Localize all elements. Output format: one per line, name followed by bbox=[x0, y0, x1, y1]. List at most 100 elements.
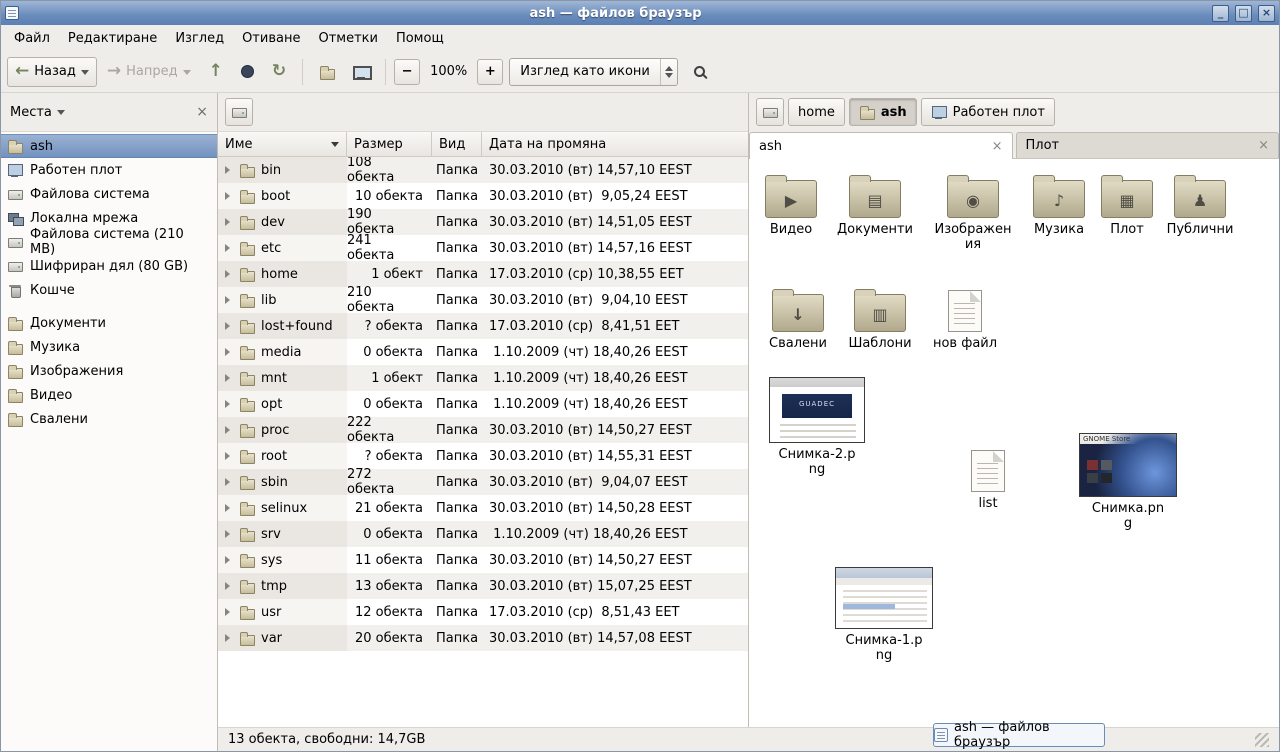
icon-item-desktop[interactable]: Плот bbox=[1085, 173, 1169, 238]
sidebar-item[interactable]: Файлова система bbox=[1, 182, 217, 206]
expander-icon[interactable] bbox=[225, 556, 234, 564]
file-row[interactable]: opt 0 обекта Папка 1.10.2009 (чт) 18,40,… bbox=[218, 391, 748, 417]
icon-item-video[interactable]: Видео bbox=[749, 173, 833, 238]
sidebar-item[interactable]: Работен плот bbox=[1, 158, 217, 182]
menu-item[interactable]: Отиване bbox=[233, 27, 309, 50]
file-row[interactable]: var 20 обекта Папка 30.03.2010 (вт) 14,5… bbox=[218, 625, 748, 651]
icon-item-images[interactable]: Изображения bbox=[931, 173, 1015, 253]
icon-item-new-file[interactable]: нов файл bbox=[923, 287, 1007, 352]
sidebar-item[interactable]: ash bbox=[1, 134, 217, 158]
zoom-in-button[interactable]: + bbox=[477, 59, 503, 85]
minimize-button[interactable]: _ bbox=[1212, 5, 1229, 22]
breadcrumb-home[interactable]: home bbox=[788, 98, 845, 126]
sidebar-bookmark-item[interactable]: Видео bbox=[1, 383, 217, 407]
file-row[interactable]: etc 241 обекта Папка 30.03.2010 (вт) 14,… bbox=[218, 235, 748, 261]
menu-item[interactable]: Изглед bbox=[166, 27, 233, 50]
places-title[interactable]: Места bbox=[10, 105, 52, 120]
expander-icon[interactable] bbox=[225, 582, 234, 590]
file-row[interactable]: selinux 21 обекта Папка 30.03.2010 (вт) … bbox=[218, 495, 748, 521]
zoom-out-button[interactable]: − bbox=[394, 59, 420, 85]
file-row[interactable]: boot 10 обекта Папка 30.03.2010 (вт) 9,0… bbox=[218, 183, 748, 209]
tab-close-icon[interactable]: × bbox=[992, 140, 1003, 153]
expander-icon[interactable] bbox=[225, 400, 234, 408]
file-row[interactable]: proc 222 обекта Папка 30.03.2010 (вт) 14… bbox=[218, 417, 748, 443]
icon-item-templates[interactable]: Шаблони bbox=[838, 287, 922, 352]
sidebar-bookmark-item[interactable]: Музика bbox=[1, 335, 217, 359]
breadcrumb-desktop[interactable]: Работен плот bbox=[921, 98, 1055, 126]
file-row[interactable]: dev 190 обекта Папка 30.03.2010 (вт) 14,… bbox=[218, 209, 748, 235]
tab-ash[interactable]: ash × bbox=[749, 132, 1013, 159]
expander-icon[interactable] bbox=[225, 634, 234, 642]
places-caret-icon[interactable] bbox=[57, 110, 65, 119]
file-row[interactable]: sys 11 обекта Папка 30.03.2010 (вт) 14,5… bbox=[218, 547, 748, 573]
menu-item[interactable]: Отметки bbox=[309, 27, 386, 50]
taskbar-window-button[interactable]: ash — файлов браузър bbox=[933, 723, 1105, 747]
expander-icon[interactable] bbox=[225, 374, 234, 382]
expander-icon[interactable] bbox=[225, 504, 234, 512]
expander-icon[interactable] bbox=[225, 530, 234, 538]
sidebar-bookmark-item[interactable]: Документи bbox=[1, 311, 217, 335]
expander-icon[interactable] bbox=[225, 296, 234, 304]
file-row[interactable]: home 1 обект Папка 17.03.2010 (ср) 10,38… bbox=[218, 261, 748, 287]
view-mode-spin[interactable] bbox=[660, 59, 677, 85]
expander-icon[interactable] bbox=[225, 244, 234, 252]
column-header-type[interactable]: Вид bbox=[432, 132, 482, 157]
back-history-caret-icon[interactable] bbox=[81, 70, 89, 79]
menu-item[interactable]: Файл bbox=[5, 27, 59, 50]
reload-button[interactable]: ↻ bbox=[264, 57, 294, 87]
icon-item-snimka2[interactable]: GUADEC Снимка-2.png bbox=[765, 377, 869, 478]
maximize-button[interactable]: □ bbox=[1235, 5, 1252, 22]
stop-button[interactable] bbox=[233, 57, 262, 87]
column-header-date[interactable]: Дата на промяна bbox=[482, 132, 748, 157]
view-mode-select[interactable]: Изглед като икони bbox=[509, 58, 678, 86]
sidebar-bookmark-item[interactable]: Изображения bbox=[1, 359, 217, 383]
expander-icon[interactable] bbox=[225, 192, 234, 200]
file-row[interactable]: mnt 1 обект Папка 1.10.2009 (чт) 18,40,2… bbox=[218, 365, 748, 391]
back-button[interactable]: ← Назад bbox=[7, 57, 97, 87]
close-button[interactable]: × bbox=[1258, 5, 1275, 22]
expander-icon[interactable] bbox=[225, 322, 234, 330]
file-row[interactable]: root ? обекта Папка 30.03.2010 (вт) 14,5… bbox=[218, 443, 748, 469]
home-button[interactable] bbox=[311, 57, 343, 87]
expander-icon[interactable] bbox=[225, 348, 234, 356]
icon-item-public[interactable]: Публични bbox=[1158, 173, 1242, 238]
expander-icon[interactable] bbox=[225, 426, 234, 434]
file-row[interactable]: lost+found ? обекта Папка 17.03.2010 (ср… bbox=[218, 313, 748, 339]
icon-item-list[interactable]: list bbox=[946, 447, 1030, 512]
root-location-button[interactable] bbox=[225, 98, 253, 126]
expander-icon[interactable] bbox=[225, 166, 234, 174]
column-header-size[interactable]: Размер bbox=[347, 132, 432, 157]
search-button[interactable] bbox=[686, 57, 713, 87]
file-row[interactable]: bin 108 обекта Папка 30.03.2010 (вт) 14,… bbox=[218, 157, 748, 183]
sidebar-item[interactable]: Кошче bbox=[1, 278, 217, 302]
breadcrumb-ash[interactable]: ash bbox=[849, 98, 917, 126]
tab-close-icon[interactable]: × bbox=[1258, 139, 1269, 152]
expander-icon[interactable] bbox=[225, 270, 234, 278]
expander-icon[interactable] bbox=[225, 452, 234, 460]
icon-item-downloads[interactable]: Свалени bbox=[756, 287, 840, 352]
sidebar-item[interactable]: Шифриран дял (80 GB) bbox=[1, 254, 217, 278]
menu-item[interactable]: Помощ bbox=[387, 27, 453, 50]
sidebar-bookmark-item[interactable]: Свалени bbox=[1, 407, 217, 431]
root-location-button[interactable] bbox=[756, 98, 784, 126]
file-row[interactable]: sbin 272 обекта Папка 30.03.2010 (вт) 9,… bbox=[218, 469, 748, 495]
column-header-name[interactable]: Име bbox=[218, 132, 347, 157]
file-row[interactable]: srv 0 обекта Папка 1.10.2009 (чт) 18,40,… bbox=[218, 521, 748, 547]
icon-item-snimka1[interactable]: Снимка-1.png bbox=[832, 567, 936, 664]
file-row[interactable]: lib 210 обекта Папка 30.03.2010 (вт) 9,0… bbox=[218, 287, 748, 313]
icon-item-documents[interactable]: Документи bbox=[833, 173, 917, 238]
forward-button[interactable]: → Напред bbox=[99, 57, 199, 87]
expander-icon[interactable] bbox=[225, 478, 234, 486]
tab-plot[interactable]: Плот × bbox=[1016, 132, 1280, 158]
expander-icon[interactable] bbox=[225, 608, 234, 616]
icon-item-snimka[interactable]: GNOME Store Снимка.png bbox=[1076, 433, 1180, 532]
file-row[interactable]: tmp 13 обекта Папка 30.03.2010 (вт) 15,0… bbox=[218, 573, 748, 599]
file-row[interactable]: media 0 обекта Папка 1.10.2009 (чт) 18,4… bbox=[218, 339, 748, 365]
sidebar-item[interactable]: Файлова система (210 MB) bbox=[1, 230, 217, 254]
file-row[interactable]: usr 12 обекта Папка 17.03.2010 (ср) 8,51… bbox=[218, 599, 748, 625]
expander-icon[interactable] bbox=[225, 218, 234, 226]
up-button[interactable]: ↑ bbox=[201, 57, 231, 87]
menu-item[interactable]: Редактиране bbox=[59, 27, 166, 50]
computer-button[interactable] bbox=[345, 57, 377, 87]
places-close-button[interactable]: × bbox=[196, 105, 208, 119]
